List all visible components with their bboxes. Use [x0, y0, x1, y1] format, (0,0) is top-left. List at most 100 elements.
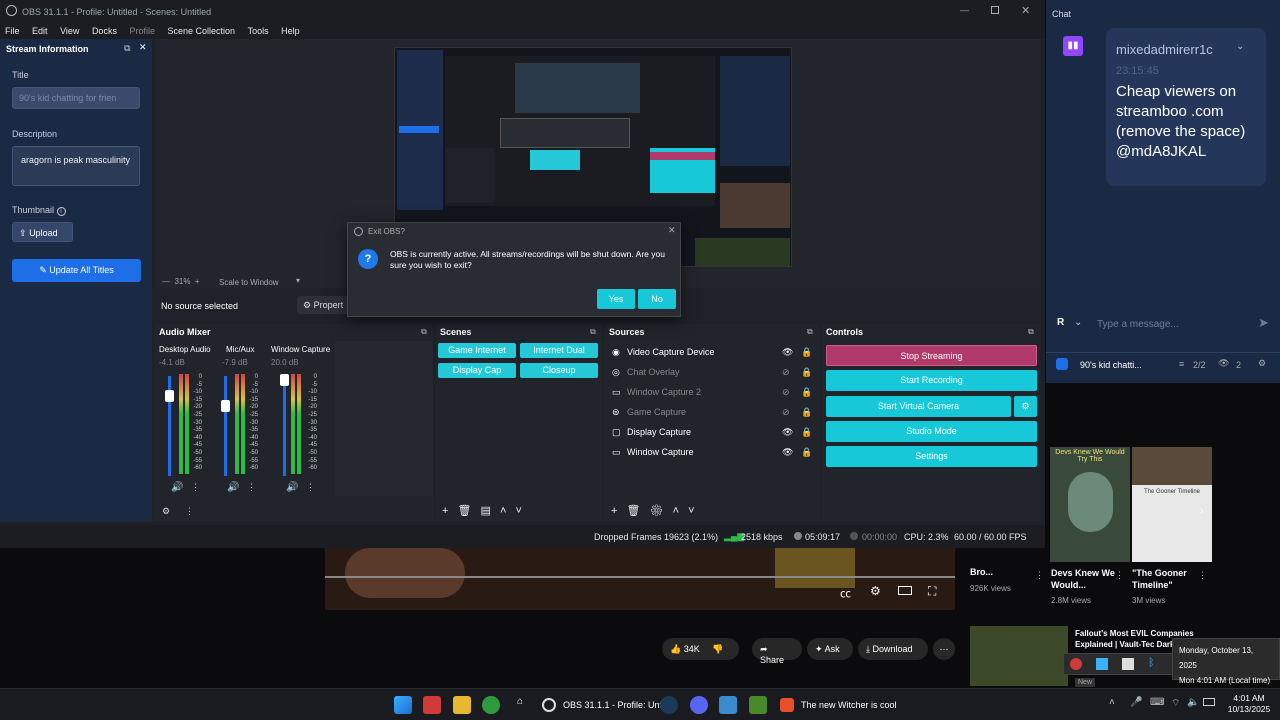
arrow-up-icon[interactable]: ˄ — [673, 505, 679, 517]
keyboard-icon[interactable]: ⌨ — [1150, 697, 1164, 708]
settings-gear-icon[interactable]: ⚙ — [870, 584, 881, 598]
volume-slider[interactable] — [224, 376, 227, 476]
no-button[interactable]: No — [638, 289, 676, 309]
start-recording-button[interactable]: Start Recording — [826, 370, 1037, 391]
windows-start-icon[interactable] — [394, 696, 412, 714]
dock-float-icon[interactable]: ⧉ — [124, 43, 130, 54]
arrow-down-icon[interactable]: ˅ — [516, 505, 522, 517]
close-button[interactable]: ✕ — [1021, 4, 1030, 17]
rec-menu-icon-2[interactable]: ⋮ — [1115, 570, 1124, 581]
scale-select[interactable]: Scale to Window — [219, 278, 279, 287]
mixer-settings-icon[interactable]: ⚙ — [162, 506, 170, 517]
stop-streaming-button[interactable]: Stop Streaming — [826, 345, 1037, 366]
menu-view[interactable]: View — [55, 22, 84, 36]
dock-float-icon[interactable]: ⧉ — [421, 327, 427, 337]
mic-icon[interactable]: 🎤 — [1130, 697, 1142, 708]
lock-icon[interactable]: 🔒 — [801, 402, 812, 422]
source-item[interactable]: ⊜ Game Capture ⊘ 🔒 — [605, 402, 819, 422]
trash-icon[interactable]: 🗑 — [627, 505, 641, 517]
gear-icon[interactable]: ⚙ — [650, 505, 664, 517]
source-item[interactable]: ▭ Window Capture 👁 🔒 — [605, 442, 819, 462]
rec-title-2[interactable]: "The Gooner Timeline" — [1132, 567, 1202, 591]
eye-hidden-icon[interactable]: ⊘ — [782, 382, 790, 402]
lock-icon[interactable]: 🔒 — [801, 442, 812, 462]
steam-icon[interactable] — [660, 696, 678, 714]
chevron-down-icon[interactable]: ⌄ — [1236, 41, 1244, 52]
add-icon[interactable]: + — [611, 505, 617, 517]
maximize-button[interactable] — [991, 6, 999, 14]
rec-menu-icon[interactable]: ⋮ — [1035, 570, 1044, 581]
rec-title-1[interactable]: Devs Knew We Would... — [1051, 567, 1121, 591]
eye-icon[interactable]: 👁 — [782, 342, 793, 362]
thumbs-down-icon[interactable]: 👎 — [712, 644, 723, 654]
menu-scene-collection[interactable]: Scene Collection — [163, 22, 241, 36]
xbox-icon[interactable] — [482, 696, 500, 714]
dock-float-icon[interactable]: ⧉ — [807, 327, 813, 337]
upload-button[interactable]: ⇪ Upload — [12, 222, 73, 242]
channel-menu-icon[interactable]: ⋮ — [247, 482, 256, 493]
fullscreen-icon[interactable]: ⛶ — [928, 584, 936, 599]
video-player[interactable]: ㏄ ⚙ ⛶ — [325, 548, 955, 610]
chat-settings-icon[interactable]: ⚙ — [1258, 358, 1266, 369]
source-item[interactable]: ◎ Chat Overlay ⊘ 🔒 — [605, 362, 819, 382]
title-input[interactable]: 90's kid chatting for frien — [12, 87, 140, 109]
rec-thumbnail-1[interactable]: Devs Knew We Would Try This — [1050, 447, 1130, 562]
eye-icon[interactable]: 👁 — [782, 442, 793, 462]
rec-title-0[interactable]: Bro... — [970, 567, 993, 577]
scene-item[interactable]: Game Internet — [438, 343, 516, 358]
mute-icon[interactable]: 🔊 — [171, 482, 183, 493]
menu-file[interactable]: File — [0, 22, 25, 36]
lock-icon[interactable]: 🔒 — [801, 422, 812, 442]
minimize-button[interactable]: — — [960, 5, 969, 15]
volume-slider[interactable] — [283, 376, 286, 476]
app-icon[interactable] — [423, 696, 441, 714]
yes-button[interactable]: Yes — [597, 289, 635, 309]
taskbar-obs[interactable]: OBS 31.1.1 - Profile: Untitl — [538, 694, 669, 716]
search-icon[interactable] — [1056, 358, 1068, 370]
lock-icon[interactable]: 🔒 — [801, 382, 812, 402]
discord-icon[interactable] — [690, 696, 708, 714]
source-item[interactable]: ◉ Video Capture Device 👁 🔒 — [605, 342, 819, 362]
mute-icon[interactable]: 🔊 — [227, 482, 239, 493]
like-button[interactable]: 👍 34K 👎 — [662, 638, 739, 660]
channel-menu-icon[interactable]: ⋮ — [306, 482, 315, 493]
scene-item[interactable]: Closeup — [520, 363, 598, 378]
zoom-control[interactable]: — 31% + — [162, 277, 200, 286]
mute-icon[interactable]: 🔊 — [286, 482, 298, 493]
game-icon[interactable]: ⌂ — [511, 696, 529, 714]
menu-docks[interactable]: Docks — [87, 22, 122, 36]
send-icon[interactable]: ➤ — [1258, 315, 1269, 331]
rec-next-arrow[interactable]: › — [1200, 505, 1214, 523]
eye-icon[interactable]: 👁 — [782, 422, 793, 442]
lock-icon[interactable]: 🔒 — [801, 362, 812, 382]
stack-icon[interactable]: ≡ — [1179, 359, 1184, 369]
notepad-icon[interactable] — [719, 696, 737, 714]
tray-app-icon[interactable] — [1070, 658, 1082, 670]
arrow-up-icon[interactable]: ˄ — [500, 505, 506, 517]
menu-edit[interactable]: Edit — [27, 22, 53, 36]
bluetooth-icon[interactable]: ᛒ — [1148, 657, 1155, 669]
trash-icon[interactable]: 🗑 — [458, 505, 472, 517]
eye-hidden-icon[interactable]: ⊘ — [782, 402, 790, 422]
volume-slider-handle[interactable] — [221, 400, 230, 412]
menu-profile[interactable]: Profile — [124, 22, 160, 36]
dock-float-icon[interactable]: ⧉ — [590, 327, 596, 337]
scene-item[interactable]: Internet Dual — [520, 343, 598, 358]
studio-mode-button[interactable]: Studio Mode — [826, 421, 1037, 442]
volume-icon[interactable]: 🔈 — [1187, 697, 1199, 708]
wifi-icon[interactable]: ⌔ — [1171, 697, 1180, 710]
video2-thumbnail[interactable] — [970, 626, 1068, 686]
settings-button[interactable]: Settings — [826, 446, 1037, 467]
battery-icon[interactable] — [1203, 698, 1215, 706]
menu-help[interactable]: Help — [276, 22, 305, 36]
update-all-titles-button[interactable]: ✎ Update All Titles — [12, 259, 141, 282]
tray-app-icon[interactable] — [1122, 658, 1134, 670]
more-actions-button[interactable]: ⋯ — [933, 638, 955, 660]
tray-chevron-icon[interactable]: ˄ — [1109, 697, 1115, 708]
scene-item[interactable]: Display Cap — [438, 363, 516, 378]
lock-icon[interactable]: 🔒 — [801, 342, 812, 362]
clock[interactable]: 4:01 AM 10/13/2025 — [1226, 693, 1272, 715]
chat-input[interactable]: Type a message... — [1097, 319, 1179, 330]
share-button[interactable]: ➦ Share — [752, 638, 802, 665]
rec-menu-icon-3[interactable]: ⋮ — [1198, 570, 1207, 581]
